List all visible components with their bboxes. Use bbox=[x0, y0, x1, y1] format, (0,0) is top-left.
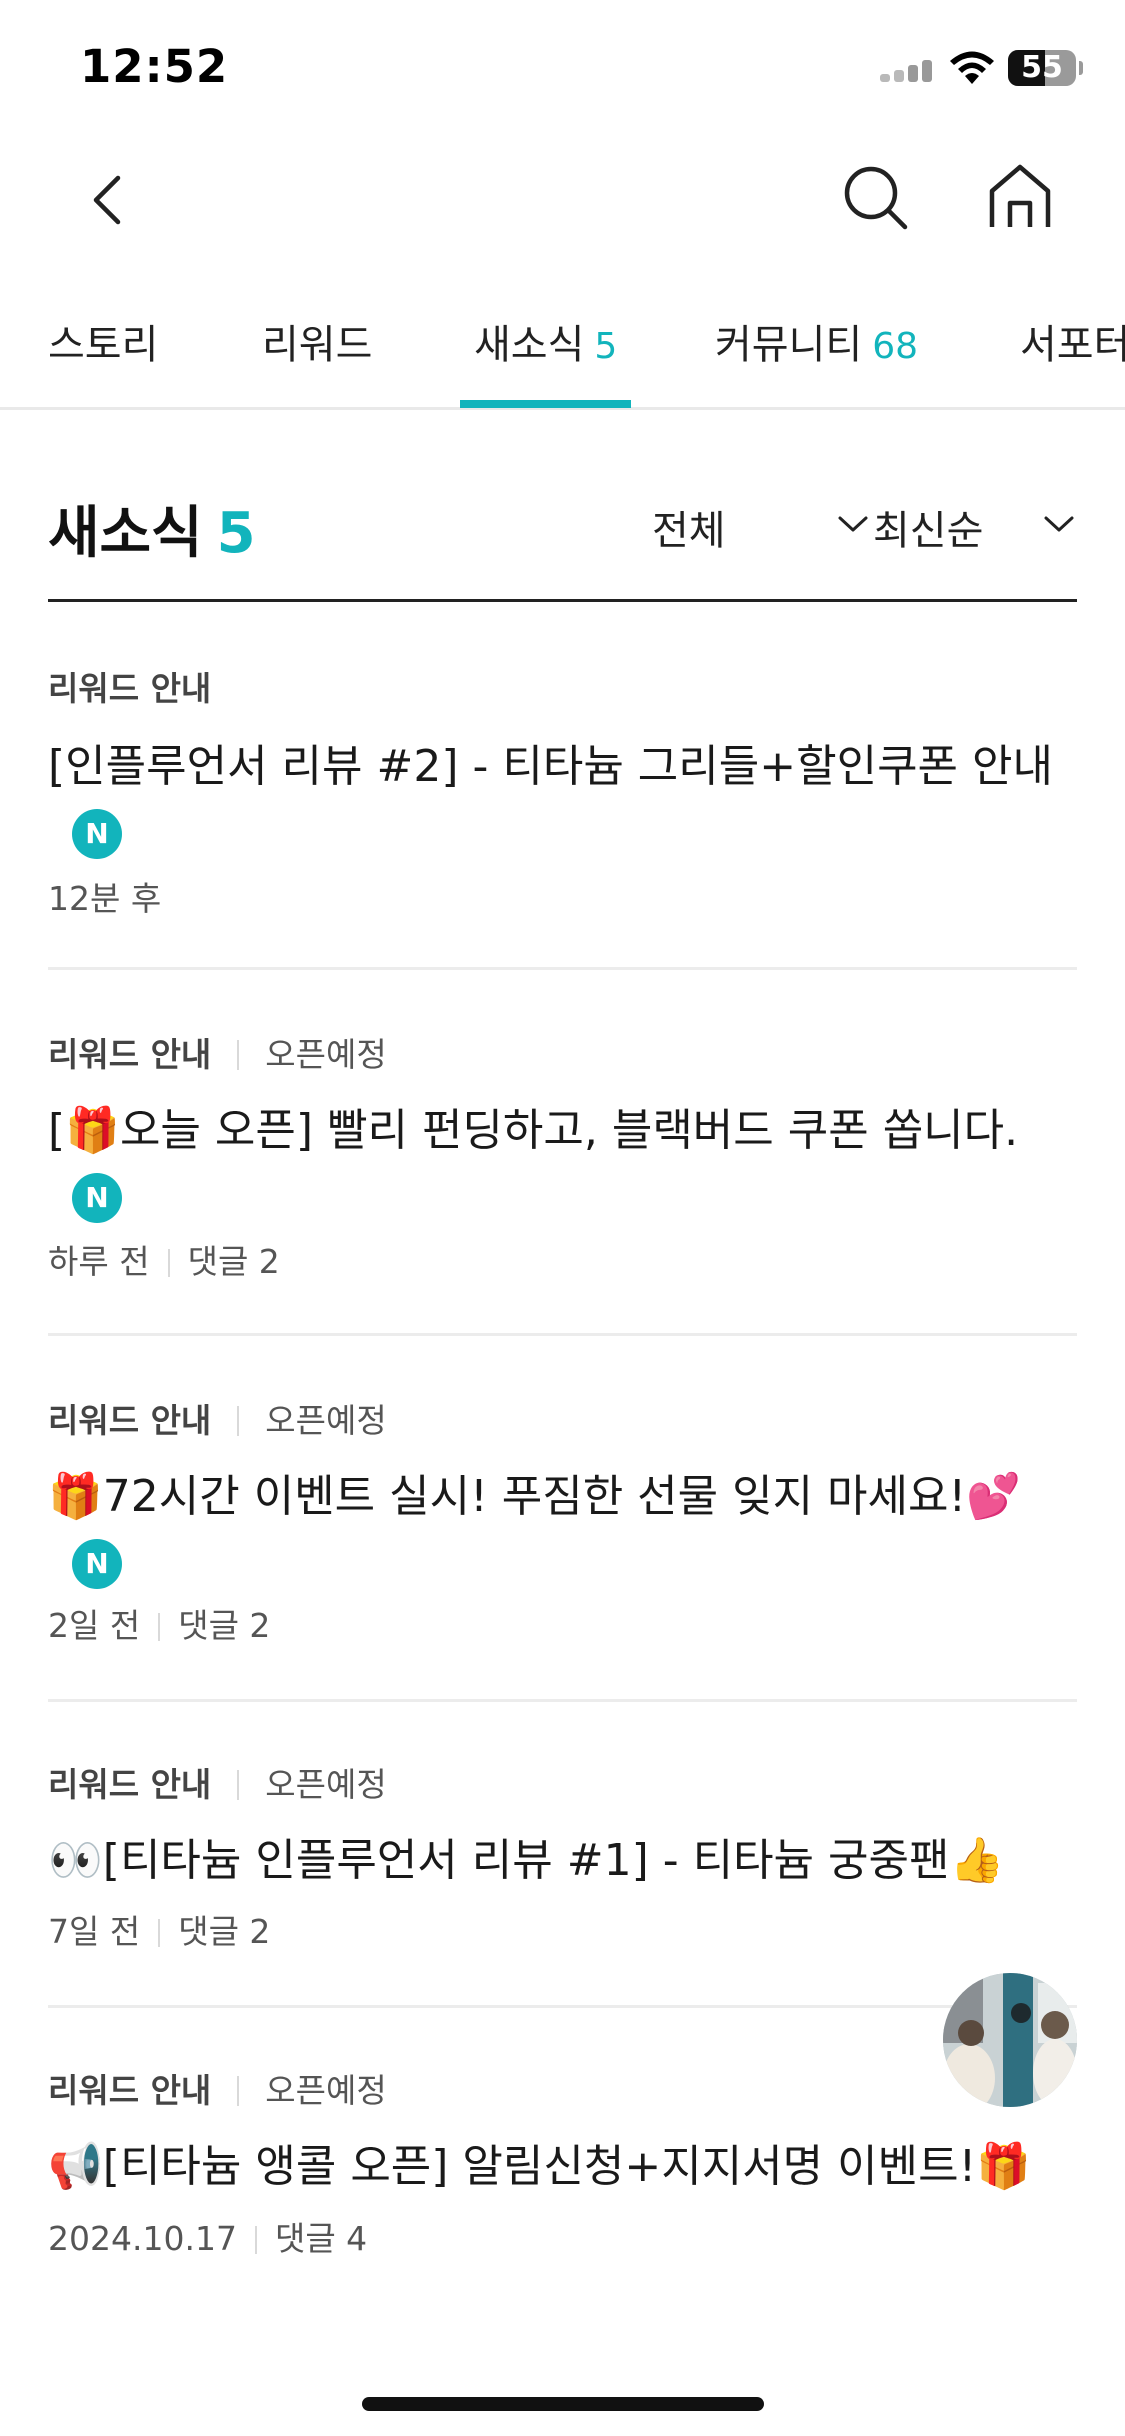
item-meta: 리워드 안내 오픈예정 bbox=[48, 1028, 387, 1076]
tab-community[interactable]: 커뮤니티 68 bbox=[715, 312, 918, 408]
item-title: [인플루언서 리뷰 #2] - 티타늄 그리들+할인쿠폰 안내 bbox=[48, 741, 1053, 792]
battery-percent: 55 bbox=[1021, 50, 1063, 85]
section-count: 5 bbox=[216, 501, 256, 566]
item-status: 오픈예정 bbox=[265, 1401, 387, 1440]
divider bbox=[167, 1249, 170, 1277]
item-title: 📢[티타늄 앵콜 오픈] 알림신청+지지서명 이벤트!🎁 bbox=[48, 2141, 1031, 2192]
new-badge: N bbox=[72, 1539, 122, 1589]
news-list: 리워드 안내 [인플루언서 리뷰 #2] - 티타늄 그리들+할인쿠폰 안내 N… bbox=[48, 602, 1077, 2298]
tab-news[interactable]: 새소식 5 bbox=[459, 312, 632, 408]
item-meta: 리워드 안내 bbox=[48, 662, 211, 710]
item-status: 오픈예정 bbox=[265, 1035, 387, 1074]
divider bbox=[237, 2076, 240, 2106]
cellular-signal-icon bbox=[880, 60, 935, 82]
tab-bar: 스토리 리워드 새소식 5 커뮤니티 68 서포터 bbox=[0, 290, 1125, 410]
nav-header bbox=[0, 135, 1125, 270]
new-badge: N bbox=[72, 809, 122, 859]
item-time: 하루 전 bbox=[48, 1242, 150, 1281]
item-comments: 댓글 4 bbox=[274, 2219, 368, 2258]
item-category: 리워드 안내 bbox=[48, 2071, 212, 2110]
item-category: 리워드 안내 bbox=[48, 1035, 212, 1074]
item-time: 7일 전 bbox=[48, 1912, 141, 1951]
filter-type-dropdown[interactable]: 전체 bbox=[652, 498, 868, 556]
status-time: 12:52 bbox=[80, 40, 229, 93]
item-time: 2일 전 bbox=[48, 1606, 141, 1645]
home-icon[interactable] bbox=[980, 157, 1060, 237]
section-header: 새소식 5 전체 최신순 bbox=[48, 470, 1077, 602]
filter-sort-value: 최신순 bbox=[873, 508, 984, 554]
item-category: 리워드 안내 bbox=[48, 1401, 212, 1440]
item-category: 리워드 안내 bbox=[48, 669, 212, 708]
item-footer: 7일 전 댓글 2 bbox=[48, 1905, 270, 1953]
item-title: 👀[티타늄 인플루언서 리뷰 #1] - 티타늄 궁중팬👍 bbox=[48, 1835, 1005, 1886]
status-bar: 12:52 55 bbox=[0, 0, 1125, 135]
news-item[interactable]: 리워드 안내 [인플루언서 리뷰 #2] - 티타늄 그리들+할인쿠폰 안내 N… bbox=[48, 602, 1077, 970]
item-title: [🎁오늘 오픈] 빨리 펀딩하고, 블랙버드 쿠폰 쏩니다. bbox=[48, 1105, 1019, 1156]
home-indicator[interactable] bbox=[362, 2397, 764, 2411]
item-status: 오픈예정 bbox=[265, 1765, 387, 1804]
wifi-icon bbox=[950, 51, 994, 84]
divider bbox=[254, 2226, 257, 2254]
chevron-down-icon bbox=[1044, 516, 1074, 532]
battery-icon: 55 bbox=[1008, 50, 1076, 86]
divider bbox=[158, 1613, 161, 1641]
item-meta: 리워드 안내 오픈예정 bbox=[48, 1758, 387, 1806]
tab-label: 커뮤니티 bbox=[715, 322, 863, 368]
battery-cap bbox=[1079, 61, 1083, 75]
chevron-down-icon bbox=[838, 516, 868, 532]
avatar-photo bbox=[943, 1973, 1077, 2107]
divider bbox=[237, 1040, 240, 1070]
item-footer: 2024.10.17 댓글 4 bbox=[48, 2212, 367, 2260]
item-title: 🎁72시간 이벤트 실시! 푸짐한 선물 잊지 마세요!💕 bbox=[48, 1471, 1021, 1522]
item-footer: 12분 후 bbox=[48, 872, 161, 920]
news-item[interactable]: 리워드 안내 오픈예정 👀[티타늄 인플루언서 리뷰 #1] - 티타늄 궁중팬👍… bbox=[48, 1702, 1077, 2008]
item-meta: 리워드 안내 오픈예정 bbox=[48, 2064, 387, 2112]
item-footer: 하루 전 댓글 2 bbox=[48, 1235, 280, 1283]
divider bbox=[158, 1919, 161, 1947]
tab-story[interactable]: 스토리 bbox=[48, 312, 158, 408]
item-time: 2024.10.17 bbox=[48, 2219, 237, 2258]
filter-type-value: 전체 bbox=[652, 508, 726, 554]
section-title-text: 새소식 bbox=[48, 501, 203, 566]
tab-supporter[interactable]: 서포터 bbox=[1020, 312, 1125, 408]
tab-label: 리워드 bbox=[262, 322, 373, 368]
page-title: 새소식 5 bbox=[48, 488, 256, 569]
divider bbox=[237, 1406, 240, 1436]
news-item[interactable]: 리워드 안내 오픈예정 🎁72시간 이벤트 실시! 푸짐한 선물 잊지 마세요!💕… bbox=[48, 1336, 1077, 1702]
tab-count: 68 bbox=[872, 326, 919, 367]
filter-sort-dropdown[interactable]: 최신순 bbox=[873, 498, 1074, 556]
item-comments: 댓글 2 bbox=[178, 1912, 271, 1951]
tab-label: 새소식 bbox=[474, 322, 585, 368]
item-time: 12분 후 bbox=[48, 879, 162, 918]
news-item[interactable]: 리워드 안내 오픈예정 📢[티타늄 앵콜 오픈] 알림신청+지지서명 이벤트!🎁 … bbox=[48, 2008, 1077, 2298]
tab-label: 서포터 bbox=[1020, 322, 1125, 368]
item-footer: 2일 전 댓글 2 bbox=[48, 1599, 270, 1647]
item-status: 오픈예정 bbox=[265, 2071, 387, 2110]
tab-label: 스토리 bbox=[48, 322, 159, 368]
floating-avatar[interactable] bbox=[943, 1973, 1077, 2107]
tab-reward[interactable]: 리워드 bbox=[262, 312, 372, 408]
tab-count: 5 bbox=[594, 326, 618, 367]
search-icon[interactable] bbox=[835, 157, 915, 237]
chevron-left-icon[interactable] bbox=[70, 160, 150, 240]
divider bbox=[237, 1770, 240, 1800]
item-category: 리워드 안내 bbox=[48, 1765, 212, 1804]
item-comments: 댓글 2 bbox=[178, 1606, 271, 1645]
item-comments: 댓글 2 bbox=[187, 1242, 280, 1281]
item-meta: 리워드 안내 오픈예정 bbox=[48, 1394, 387, 1442]
news-item[interactable]: 리워드 안내 오픈예정 [🎁오늘 오픈] 빨리 펀딩하고, 블랙버드 쿠폰 쏩니다… bbox=[48, 970, 1077, 1336]
new-badge: N bbox=[72, 1173, 122, 1223]
